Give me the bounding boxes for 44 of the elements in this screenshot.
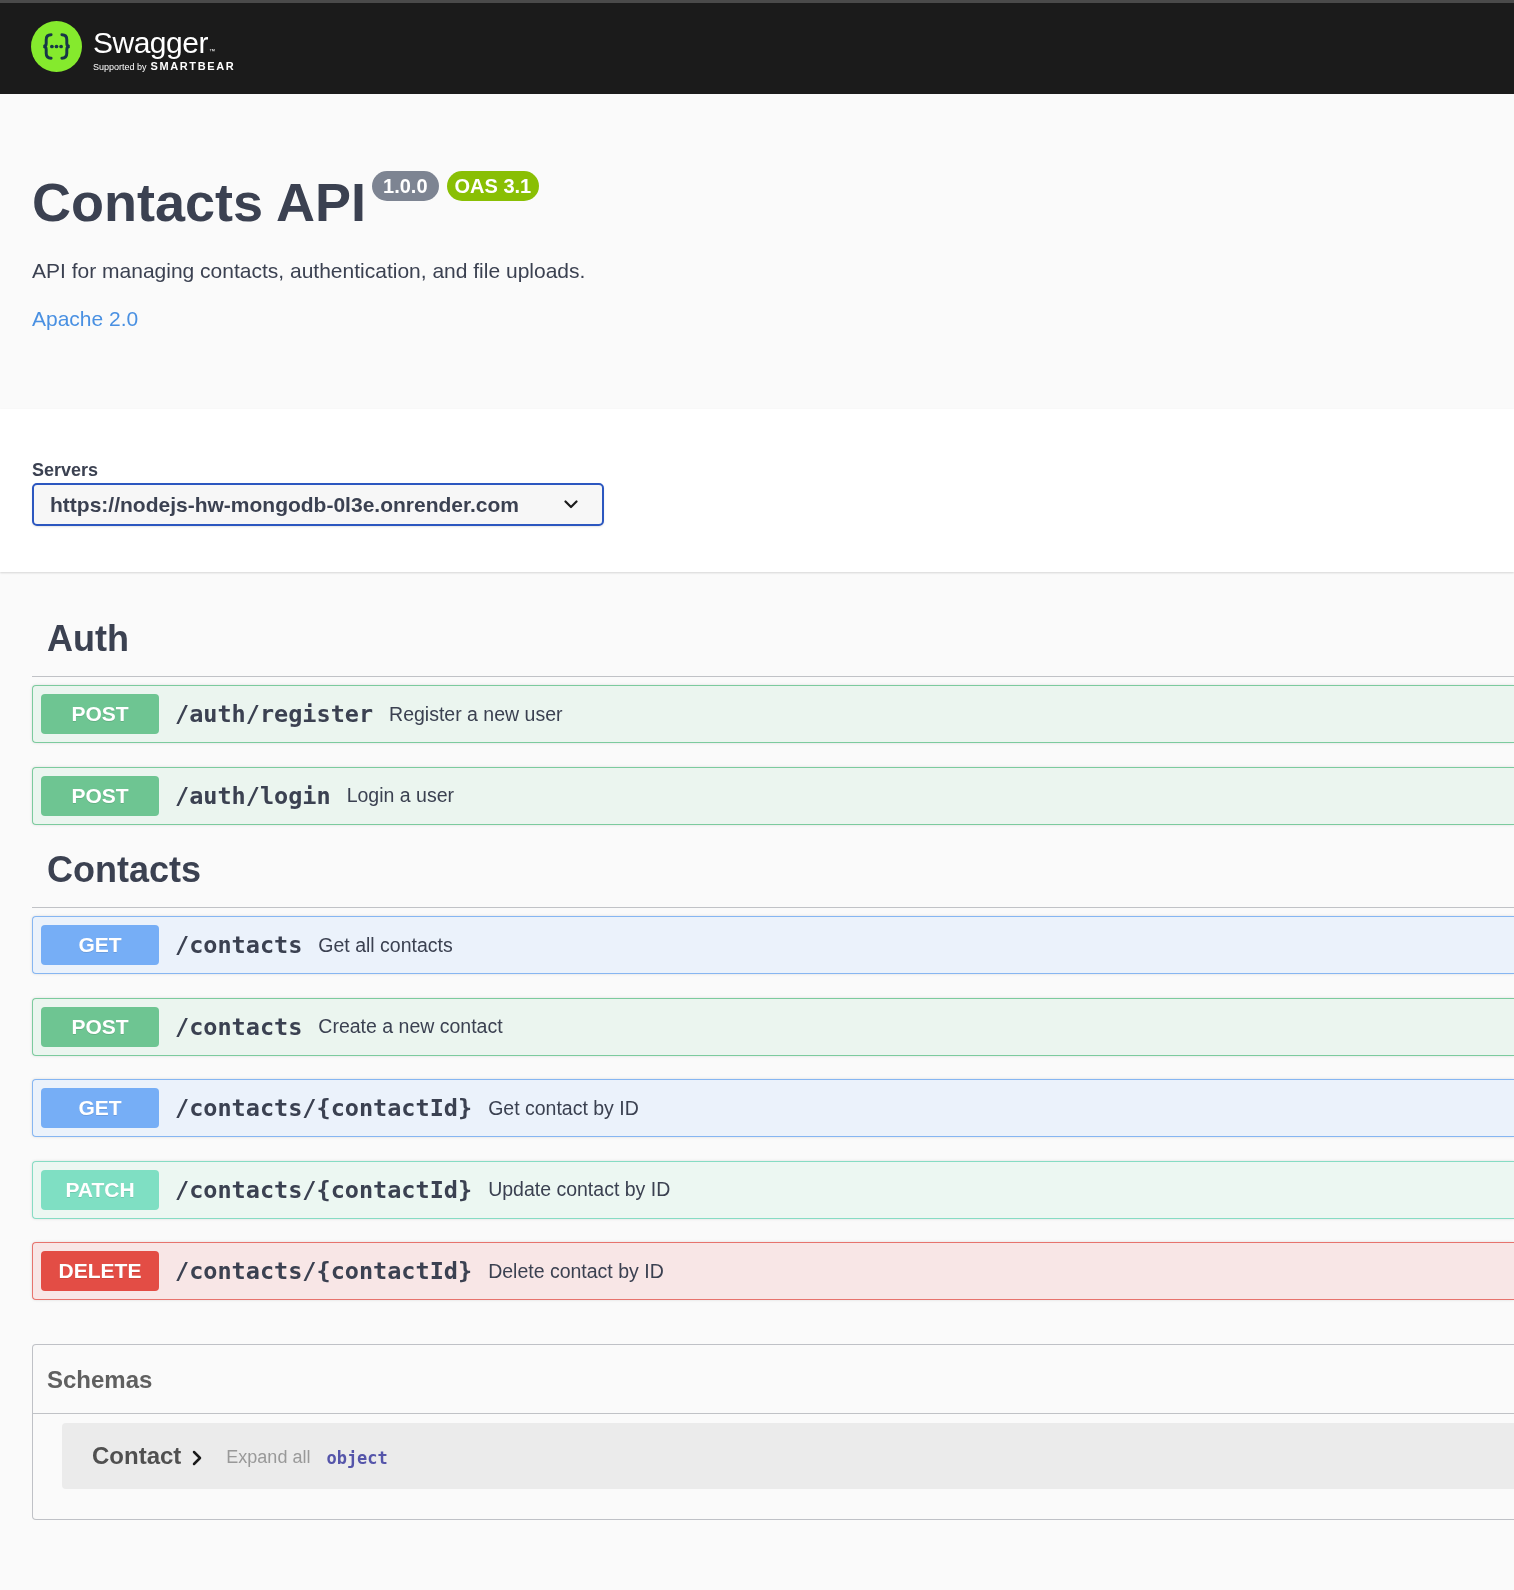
method-badge: POST [41,775,159,816]
operation-path: /auth/login [175,781,331,810]
chevron-down-icon [564,500,578,509]
method-badge: PATCH [41,1169,159,1210]
operation-row[interactable]: POST /auth/register Register a new user [32,685,1514,743]
operation-summary: Login a user [346,784,454,807]
operation-path: /contacts/{contactId} [175,1257,473,1285]
servers-label: Servers [32,459,100,481]
method-badge: POST [41,1006,159,1047]
api-description: API for managing contacts, authentication, and file uploads. [32,258,587,284]
operation-summary: Delete contact by ID [488,1259,664,1283]
tag-heading[interactable]: Auth [32,617,1514,677]
operation-row[interactable]: PATCH /contacts/{contactId} Update contact by ID [32,1160,1514,1219]
operation-summary: Create a new contact [318,1015,503,1038]
tagline-text: Supported by [93,60,147,73]
operation-row[interactable]: DELETE /contacts/{contactId} Delete contact by ID [32,1242,1514,1300]
operation-path: /contacts/{contactId} [175,1175,473,1204]
version-badge: 1.0.0 [372,171,439,201]
operation-summary: Get contact by ID [488,1096,639,1120]
operation-row[interactable]: GET /contacts/{contactId} Get contact by ID [32,1079,1514,1137]
operation-summary: Get all contacts [318,933,453,957]
model-name[interactable]: Contact [92,1442,182,1470]
operation-row[interactable]: POST /auth/login Login a user [32,766,1514,825]
operation-row[interactable]: POST /contacts Create a new contact [32,997,1514,1056]
operation-summary: Update contact by ID [488,1178,671,1201]
schemas-heading[interactable]: Schemas [47,1366,153,1393]
operation-row[interactable]: GET /contacts Get all contacts [32,916,1514,974]
tag-heading[interactable]: Contacts [32,848,1514,908]
brand-name: Swagger [93,26,208,59]
spec-version-badge: OAS 3.1 [446,171,540,201]
method-badge: POST [41,694,159,734]
company-name: SMARTBEAR [150,59,236,72]
method-badge: DELETE [41,1251,159,1291]
operation-path: /contacts/{contactId} [175,1094,473,1122]
method-badge: GET [41,925,159,965]
operation-path: /contacts [175,1012,303,1041]
method-badge: GET [41,1088,159,1128]
braces-logo-icon [31,20,82,72]
operation-path: /contacts [175,931,303,959]
server-select[interactable]: https://nodejs-hw-mongodb-0l3e.onrender.com [32,483,604,526]
model-type-label: object [326,1447,388,1468]
api-title: Contacts API [32,171,367,234]
operation-path: /auth/register [175,700,374,728]
operation-summary: Register a new user [389,702,563,726]
